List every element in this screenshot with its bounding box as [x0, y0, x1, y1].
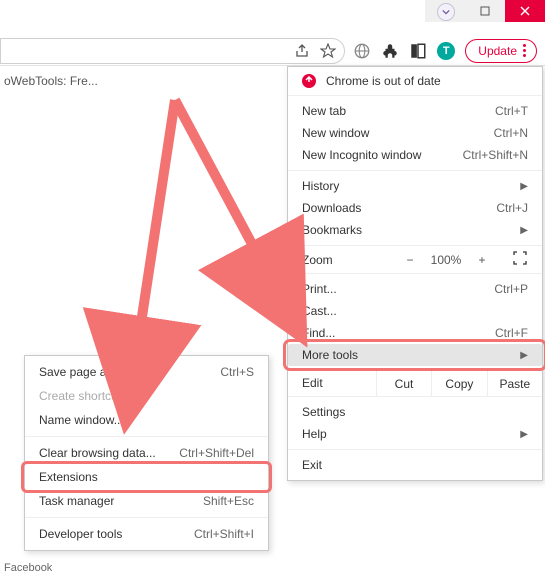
menu-item-new-tab[interactable]: New tabCtrl+T: [288, 100, 542, 122]
menu-section-4: Settings Help ▶: [288, 397, 542, 450]
extensions-puzzle-icon[interactable]: [381, 42, 399, 60]
menu-item-find[interactable]: Find...Ctrl+F: [288, 322, 542, 344]
copy-button[interactable]: Copy: [431, 371, 486, 396]
menu-item-shortcut: Ctrl+T: [495, 104, 528, 118]
kebab-menu-icon: [523, 44, 526, 57]
toolbar: T Update: [0, 36, 545, 66]
bookmark-star-icon[interactable]: [320, 43, 336, 59]
zoom-label: Zoom: [302, 253, 394, 267]
menu-item-shortcut: Ctrl+N: [494, 126, 528, 140]
edit-label: Edit: [288, 371, 376, 396]
submenu-arrow-icon: ▶: [520, 350, 528, 361]
submenu-item-label: Developer tools: [39, 527, 194, 541]
submenu-item-shortcut: Ctrl+S: [220, 365, 254, 379]
submenu-item-developer-tools[interactable]: Developer toolsCtrl+Shift+I: [25, 522, 268, 546]
menu-item-downloads[interactable]: DownloadsCtrl+J: [288, 197, 542, 219]
address-bar[interactable]: [0, 38, 345, 64]
menu-item-label: Settings: [302, 405, 528, 419]
submenu-arrow-icon: ▶: [520, 429, 528, 440]
submenu-item-label: Extensions: [39, 470, 254, 484]
chevron-down-icon: [442, 8, 450, 16]
menu-item-label: Cast...: [302, 304, 528, 318]
menu-item-shortcut: Ctrl+Shift+N: [463, 148, 528, 162]
zoom-value: 100%: [426, 253, 466, 267]
share-icon[interactable]: [294, 43, 310, 59]
submenu-item-label: Create shortcut...: [39, 389, 254, 403]
submenu-separator: [25, 436, 268, 437]
cut-button[interactable]: Cut: [376, 371, 431, 396]
menu-warning-row[interactable]: Chrome is out of date: [288, 67, 542, 96]
menu-edit-row: Edit Cut Copy Paste: [288, 371, 542, 397]
submenu-item-label: Name window...: [39, 413, 254, 427]
warning-update-icon: [302, 74, 316, 88]
menu-item-shortcut: Ctrl+F: [495, 326, 528, 340]
page-title-fragment: oWebTools: Fre...: [4, 74, 98, 88]
submenu-item-create-shortcut: Create shortcut...: [25, 384, 268, 408]
fullscreen-icon: [513, 251, 527, 265]
submenu-item-clear-browsing-data[interactable]: Clear browsing data...Ctrl+Shift+Del: [25, 441, 268, 465]
menu-item-label: Find...: [302, 326, 495, 340]
footer-text: Facebook: [4, 562, 52, 574]
menu-section-2: History ▶ DownloadsCtrl+J Bookmarks ▶: [288, 171, 542, 246]
menu-warning-text: Chrome is out of date: [326, 74, 441, 88]
menu-item-label: Bookmarks: [302, 223, 514, 237]
submenu-item-task-manager[interactable]: Task managerShift+Esc: [25, 489, 268, 513]
fullscreen-button[interactable]: [508, 251, 532, 268]
menu-item-label: History: [302, 179, 514, 193]
submenu-item-name-window[interactable]: Name window...: [25, 408, 268, 432]
submenu-item-label: Task manager: [39, 494, 203, 508]
menu-item-label: New tab: [302, 104, 495, 118]
tab-search-button[interactable]: [437, 3, 455, 21]
submenu-item-shortcut: Shift+Esc: [203, 494, 254, 508]
menu-item-new-incognito-window[interactable]: New Incognito windowCtrl+Shift+N: [288, 144, 542, 166]
menu-section-3: Print...Ctrl+PCast...Find...Ctrl+FMore t…: [288, 274, 542, 371]
menu-item-label: Print...: [302, 282, 494, 296]
zoom-out-button[interactable]: −: [398, 253, 422, 267]
maximize-icon: [480, 6, 490, 16]
submenu-item-label: Clear browsing data...: [39, 446, 179, 460]
submenu-item-shortcut: Ctrl+Shift+I: [194, 527, 254, 541]
update-button[interactable]: Update: [465, 39, 537, 63]
menu-item-label: New window: [302, 126, 494, 140]
maximize-button[interactable]: [465, 0, 505, 22]
menu-item-shortcut: Ctrl+P: [494, 282, 528, 296]
more-tools-submenu: Save page as...Ctrl+S Create shortcut... N…: [24, 355, 269, 551]
zoom-in-button[interactable]: +: [470, 253, 494, 267]
menu-section-1: New tabCtrl+TNew windowCtrl+NNew Incogni…: [288, 96, 542, 171]
submenu-arrow-icon: ▶: [520, 225, 528, 236]
globe-icon[interactable]: [353, 42, 371, 60]
menu-item-label: Help: [302, 427, 514, 441]
menu-item-label: Exit: [302, 458, 528, 472]
extensions-area: T Update: [353, 39, 545, 63]
reading-list-icon[interactable]: [409, 42, 427, 60]
menu-item-print[interactable]: Print...Ctrl+P: [288, 278, 542, 300]
menu-zoom-row: Zoom − 100% +: [288, 246, 542, 274]
submenu-separator: [25, 517, 268, 518]
submenu-arrow-icon: ▶: [520, 181, 528, 192]
menu-item-label: Downloads: [302, 201, 496, 215]
menu-item-new-window[interactable]: New windowCtrl+N: [288, 122, 542, 144]
menu-item-label: New Incognito window: [302, 148, 463, 162]
submenu-item-label: Save page as...: [39, 365, 220, 379]
submenu-item-save-page-as[interactable]: Save page as...Ctrl+S: [25, 360, 268, 384]
submenu-item-extensions[interactable]: Extensions: [25, 465, 268, 489]
update-label: Update: [478, 44, 517, 58]
profile-avatar[interactable]: T: [437, 42, 455, 60]
submenu-item-shortcut: Ctrl+Shift+Del: [179, 446, 254, 460]
menu-item-history[interactable]: History ▶: [288, 175, 542, 197]
menu-item-help[interactable]: Help ▶: [288, 423, 542, 445]
menu-item-cast[interactable]: Cast...: [288, 300, 542, 322]
close-button[interactable]: [505, 0, 545, 22]
chrome-menu: Chrome is out of date New tabCtrl+TNew w…: [287, 66, 543, 481]
close-icon: [520, 6, 530, 16]
menu-item-more-tools[interactable]: More tools ▶: [288, 344, 542, 366]
menu-item-label: More tools: [302, 348, 514, 362]
menu-item-shortcut: Ctrl+J: [496, 201, 528, 215]
menu-item-bookmarks[interactable]: Bookmarks ▶: [288, 219, 542, 241]
menu-item-exit[interactable]: Exit: [288, 454, 542, 476]
menu-item-settings[interactable]: Settings: [288, 401, 542, 423]
menu-section-5: Exit: [288, 450, 542, 480]
paste-button[interactable]: Paste: [487, 371, 542, 396]
